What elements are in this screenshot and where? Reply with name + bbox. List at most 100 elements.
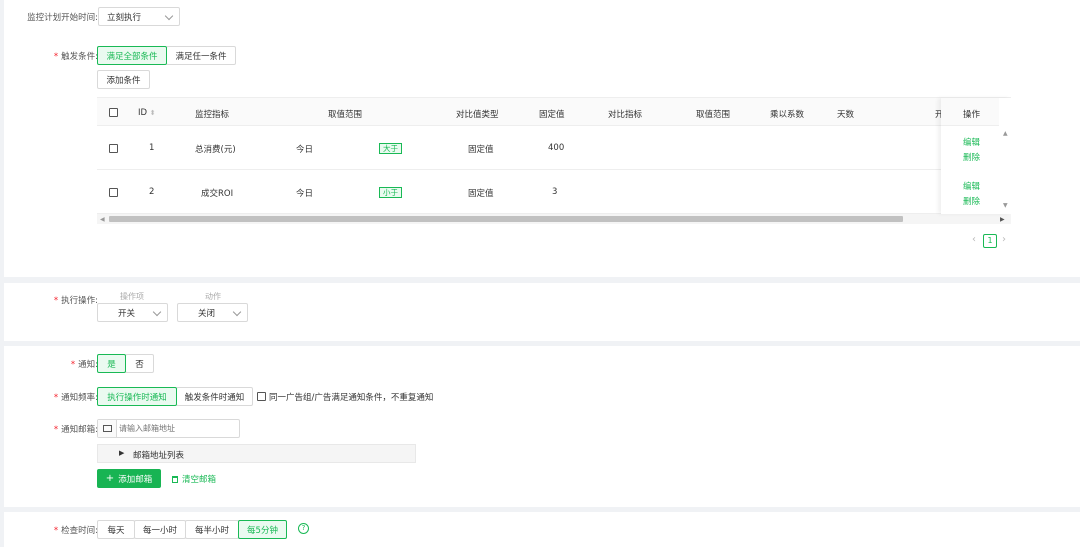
delete-link[interactable]: 删除 [963, 195, 980, 207]
select-all-checkbox[interactable] [109, 108, 118, 117]
col-multiplier: 乘以系数 [770, 110, 805, 120]
vertical-scrollbar[interactable]: ▲ ▼ [1001, 126, 1011, 214]
row-compare-type: 固定值 [468, 145, 494, 155]
dedupe-checkbox[interactable] [257, 392, 266, 401]
notify-label-text: 通知: [78, 360, 98, 370]
trigger-all-button[interactable]: 满足全部条件 [97, 46, 167, 65]
email-input-wrapper [97, 419, 240, 438]
notify-frequency-label-text: 通知频率: [61, 393, 98, 403]
row-compare-type: 固定值 [468, 189, 494, 199]
col-range-2: 取值范围 [696, 110, 731, 120]
add-email-button[interactable]: + 添加邮箱 [97, 469, 161, 488]
row-range: 今日 [296, 189, 314, 199]
scroll-left-icon[interactable]: ◀ [100, 216, 105, 223]
chevron-down-icon [152, 307, 162, 317]
col-id[interactable]: ID ⬍ [138, 108, 156, 118]
start-time-select[interactable]: 立刻执行 [98, 7, 180, 26]
notify-email-label-text: 通知邮箱: [61, 425, 98, 435]
required-mark: * [53, 52, 59, 62]
row-range: 今日 [296, 145, 314, 155]
mail-icon [98, 420, 117, 437]
col-metric: 监控指标 [195, 110, 230, 120]
required-mark: * [53, 296, 59, 306]
chevron-down-icon [232, 307, 242, 317]
edit-link[interactable]: 编辑 [963, 136, 980, 148]
required-mark: * [70, 360, 76, 370]
add-condition-button[interactable]: 添加条件 [97, 70, 150, 89]
check-time-label-text: 检查时间: [61, 526, 98, 536]
row-id: 1 [149, 143, 155, 153]
clear-email-label: 清空邮箱 [182, 475, 217, 485]
notify-label: * 通知: [10, 358, 98, 370]
row-metric: 成交ROI [201, 189, 234, 199]
clear-email-button[interactable]: 清空邮箱 [172, 473, 216, 485]
trigger-label-text: 触发条件: [61, 52, 98, 62]
check-daily-button[interactable]: 每天 [97, 520, 135, 539]
row-fixed: 400 [548, 143, 565, 153]
row-operator-tag: 大于 [379, 143, 402, 154]
page-number[interactable]: 1 [983, 234, 997, 248]
freq-on-trigger-button[interactable]: 触发条件时通知 [176, 387, 253, 406]
check-5min-button[interactable]: 每5分钟 [238, 520, 287, 539]
scroll-up-icon[interactable]: ▲ [1003, 130, 1008, 137]
action-item-value: 开关 [118, 308, 136, 319]
delete-link[interactable]: 删除 [963, 151, 980, 163]
table-header: ID ⬍ 监控指标 取值范围 对比值类型 固定值 对比指标 取值范围 乘以系数 … [97, 98, 1011, 126]
sort-icon[interactable]: ⬍ [150, 109, 156, 117]
check-card: * 检查时间: 每天 每一小时 每半小时 每5分钟 ? [4, 512, 1080, 547]
row-metric: 总消费(元) [195, 145, 236, 155]
col-range: 取值范围 [328, 110, 363, 120]
action-type-value: 关闭 [198, 308, 216, 319]
check-hourly-button[interactable]: 每一小时 [134, 520, 186, 539]
email-list-label: 邮箱地址列表 [133, 451, 185, 461]
row-id: 2 [149, 187, 155, 197]
col-fixed: 固定值 [539, 110, 565, 120]
action-type-select[interactable]: 关闭 [177, 303, 248, 322]
required-mark: * [53, 526, 59, 536]
notify-yes-button[interactable]: 是 [97, 354, 126, 373]
help-icon[interactable]: ? [298, 523, 309, 534]
notify-frequency-label: * 通知频率: [10, 391, 98, 403]
row-checkbox[interactable] [109, 144, 118, 153]
col-actions: 操作 [963, 110, 981, 120]
start-time-label: 监控计划开始时间: [27, 13, 98, 23]
notify-email-label: * 通知邮箱: [10, 423, 98, 435]
action-item-label: 操作项 [120, 292, 144, 301]
col-days: 天数 [837, 110, 855, 120]
required-mark: * [53, 393, 59, 403]
action-card: * 执行操作: 操作项 动作 开关 关闭 [4, 283, 1080, 341]
action-type-label: 动作 [205, 292, 221, 301]
freq-on-action-button[interactable]: 执行操作时通知 [97, 387, 177, 406]
col-id-text: ID [138, 108, 148, 118]
scroll-right-icon[interactable]: ▶ [1000, 216, 1005, 223]
trigger-any-button[interactable]: 满足任一条件 [166, 46, 236, 65]
email-list-panel[interactable]: ▶ 邮箱地址列表 [97, 444, 416, 463]
row-operator-tag: 小于 [379, 187, 402, 198]
action-item-select[interactable]: 开关 [97, 303, 168, 322]
check-half-hour-button[interactable]: 每半小时 [185, 520, 239, 539]
prev-page-icon[interactable]: ‹ [972, 234, 976, 245]
trash-icon [172, 476, 178, 483]
chevron-down-icon [164, 11, 174, 21]
notify-card: * 通知: 是 否 * 通知频率: 执行操作时通知 触发条件时通知 同一广告组/广告… [4, 346, 1080, 507]
dedupe-text: 同一广告组/广告满足通知条件，不重复通知 [269, 393, 434, 403]
start-time-value: 立刻执行 [107, 12, 142, 23]
notify-no-button[interactable]: 否 [125, 354, 154, 373]
edit-link[interactable]: 编辑 [963, 180, 980, 192]
monitor-card: 监控计划开始时间: 立刻执行 * 触发条件: 满足全部条件 满足任一条件 添加条件… [4, 0, 1080, 277]
scroll-down-icon[interactable]: ▼ [1003, 202, 1008, 209]
horizontal-scrollbar[interactable]: ◀ ▶ [97, 214, 1011, 224]
check-time-label: * 检查时间: [10, 524, 98, 536]
col-compare-metric: 对比指标 [608, 110, 643, 120]
table-row: 2 成交ROI 今日 小于 固定值 3 [97, 170, 1011, 214]
table-row: 1 总消费(元) 今日 大于 固定值 400 [97, 126, 1011, 170]
caret-right-icon: ▶ [119, 449, 125, 457]
add-email-label: 添加邮箱 [118, 474, 153, 485]
row-checkbox[interactable] [109, 188, 118, 197]
scrollbar-thumb[interactable] [109, 216, 903, 222]
next-page-icon[interactable]: › [1002, 234, 1006, 245]
col-compare-type: 对比值类型 [456, 110, 499, 120]
required-mark: * [53, 425, 59, 435]
action-label: * 执行操作: [10, 294, 98, 306]
email-input[interactable] [119, 421, 237, 436]
